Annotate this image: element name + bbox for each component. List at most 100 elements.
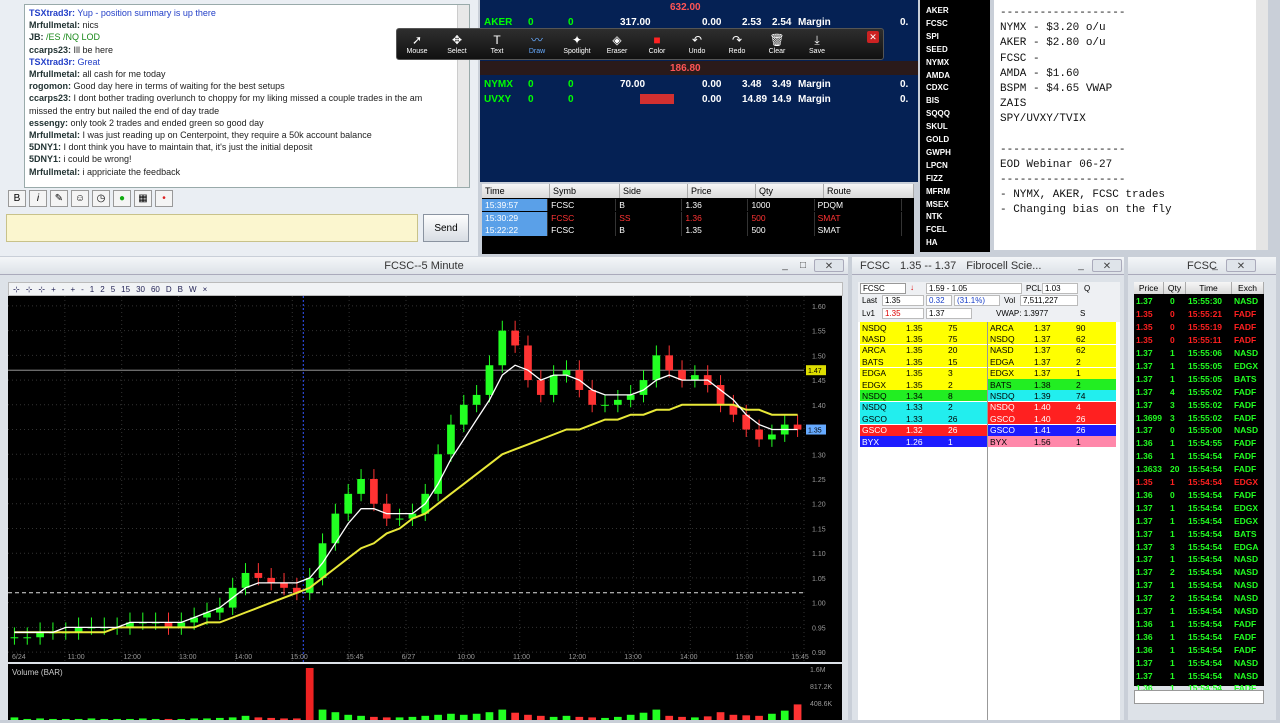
draw-tool-redo[interactable]: ↷ Redo — [717, 33, 757, 56]
position-row[interactable]: UVXY 0 0 0.00 14.89 14.9 Margin 0. — [480, 92, 918, 106]
clock-icon[interactable]: ◷ — [92, 190, 110, 207]
position-row[interactable]: 632.00 — [480, 0, 918, 14]
orders-column-header[interactable]: Qty — [756, 184, 824, 198]
chat-username[interactable]: JB: — [29, 32, 44, 42]
line-icon[interactable]: ⊹ — [38, 285, 45, 294]
bid-row[interactable]: NSDQ 1.33 2 — [860, 401, 988, 413]
watchlist-item[interactable]: SEED — [926, 45, 948, 54]
watchlist-item[interactable]: GOLD — [926, 135, 949, 144]
watchlist-item[interactable]: AKER — [926, 6, 949, 15]
watchlist-item[interactable]: FCEL — [926, 225, 947, 234]
bid-row[interactable]: EDGA 1.35 3 — [860, 367, 988, 379]
pin-icon[interactable]: • — [155, 190, 173, 207]
ask-row[interactable]: NSDQ 1.39 74 — [988, 390, 1116, 402]
chart-toolbar-button[interactable]: - — [81, 285, 84, 294]
minimize-icon[interactable]: _ — [778, 259, 792, 272]
ts-column-header[interactable]: Time — [1186, 282, 1232, 294]
draw-tool-select[interactable]: ✥ Select — [437, 33, 477, 56]
watchlist-item[interactable]: MSEX — [926, 200, 949, 209]
draw-tool-draw[interactable]: 〰 Draw — [517, 33, 557, 56]
chart-toolbar-button[interactable]: B — [178, 285, 183, 294]
chart-toolbar-button[interactable]: 60 — [151, 285, 160, 294]
ask-row[interactable]: EDGX 1.37 1 — [988, 367, 1116, 379]
chat-input[interactable] — [6, 214, 418, 242]
chart-toolbar-button[interactable]: W — [189, 285, 197, 294]
watchlist-item[interactable]: SPI — [926, 32, 939, 41]
crosshair-icon[interactable]: ⊹ — [13, 285, 20, 294]
maximize-icon[interactable]: □ — [796, 259, 810, 272]
minimize-icon[interactable]: _ — [1208, 259, 1222, 272]
ask-row[interactable]: BATS 1.38 2 — [988, 379, 1116, 390]
position-row[interactable]: NYMX 0 0 70.00 0.00 3.48 3.49 Margin 0. — [480, 77, 918, 91]
watchlist-item[interactable]: LPCN — [926, 161, 948, 170]
send-button[interactable]: Send — [423, 214, 469, 242]
chat-username[interactable]: 5DNY1: — [29, 154, 61, 164]
watchlist-item[interactable]: FIZZ — [926, 174, 943, 183]
chart-toolbar-button[interactable]: + — [70, 285, 75, 294]
watchlist-item[interactable]: NYMX — [926, 58, 949, 67]
italic-icon[interactable]: i — [29, 190, 47, 207]
orders-column-header[interactable]: Time — [482, 184, 550, 198]
pencil-icon[interactable]: ⊹ — [26, 285, 33, 294]
draw-tool-eraser[interactable]: ◈ Eraser — [597, 33, 637, 56]
chart-toolbar-button[interactable]: + — [51, 285, 56, 294]
watchlist-item[interactable]: MFRM — [926, 187, 950, 196]
orders-column-header[interactable]: Price — [688, 184, 756, 198]
ask-row[interactable]: NASD 1.37 62 — [988, 344, 1116, 356]
ask-row[interactable]: GSCO 1.40 26 — [988, 413, 1116, 425]
order-row[interactable]: 15:22:22 FCSC B 1.35 500 SMAT — [482, 224, 903, 236]
position-row[interactable]: 186.80 — [480, 61, 918, 75]
status-green-icon[interactable]: ● — [113, 190, 131, 207]
bid-row[interactable]: NSDQ 1.35 75 — [860, 322, 988, 333]
ts-column-header[interactable]: Price — [1134, 282, 1164, 294]
chat-username[interactable]: ccarps23: — [29, 93, 71, 103]
bid-row[interactable]: BYX 1.26 1 — [860, 436, 988, 447]
chat-username[interactable]: essengy: — [29, 118, 68, 128]
watchlist-item[interactable]: CDXC — [926, 83, 949, 92]
smiley-icon[interactable]: ☺ — [71, 190, 89, 207]
chat-username[interactable]: Mrfullmetal: — [29, 69, 80, 79]
watchlist-item[interactable]: SQQQ — [926, 109, 950, 118]
bid-row[interactable]: GSCO 1.32 26 — [860, 424, 988, 436]
position-row[interactable]: AKER 0 0 317.00 0.00 2.53 2.54 Margin 0. — [480, 15, 918, 29]
chat-username[interactable]: Mrfullmetal: — [29, 130, 80, 140]
order-row[interactable]: 15:39:57 FCSC B 1.36 1000 PDQM — [482, 199, 903, 211]
ts-column-header[interactable]: Qty — [1164, 282, 1186, 294]
ts-column-header[interactable]: Exch — [1232, 282, 1264, 294]
price-chart[interactable]: 1.60 1.55 1.50 1.45 1.40 1.35 1.30 1.25 1.20 1.15… — [8, 296, 842, 662]
chart-toolbar-button[interactable]: 15 — [121, 285, 130, 294]
watchlist-item[interactable]: BIS — [926, 96, 939, 105]
close-icon[interactable]: ✕ — [1226, 259, 1256, 272]
ask-row[interactable]: ARCA 1.37 90 — [988, 322, 1116, 333]
watchlist-item[interactable]: FCSC — [926, 19, 948, 28]
draw-tool-spotlight[interactable]: ✦ Spotlight — [557, 33, 597, 56]
bid-row[interactable]: BATS 1.35 15 — [860, 356, 988, 368]
chart-toolbar-button[interactable]: - — [62, 285, 65, 294]
draw-tool-color[interactable]: ■ Color — [637, 33, 677, 56]
chat-username[interactable]: Mrfullmetal: — [29, 20, 80, 30]
bid-row[interactable]: GSCO 1.33 26 — [860, 413, 988, 425]
notes-panel[interactable]: ------------------- NYMX - $3.20 o/u AKER … — [994, 0, 1264, 250]
chat-username[interactable]: TSXtrad3r: — [29, 57, 75, 67]
draw-tool-undo[interactable]: ↶ Undo — [677, 33, 717, 56]
bid-row[interactable]: NASD 1.35 75 — [860, 333, 988, 345]
ask-row[interactable]: NSDQ 1.40 4 — [988, 401, 1116, 413]
close-icon[interactable]: ✕ — [867, 31, 879, 43]
minimize-icon[interactable]: _ — [1074, 259, 1088, 272]
draw-tool-text[interactable]: T Text — [477, 33, 517, 56]
chat-username[interactable]: Mrfullmetal: — [29, 167, 80, 177]
ask-row[interactable]: BYX 1.56 1 — [988, 436, 1116, 447]
bold-icon[interactable]: B — [8, 190, 26, 207]
chart-toolbar-button[interactable]: 1 — [90, 285, 94, 294]
chart-toolbar-button[interactable]: 2 — [100, 285, 104, 294]
chart-toolbar-button[interactable]: 5 — [111, 285, 115, 294]
chart-toolbar-button[interactable]: 30 — [136, 285, 145, 294]
paint-icon[interactable]: ✎ — [50, 190, 68, 207]
ask-row[interactable]: EDGA 1.37 2 — [988, 356, 1116, 368]
chat-username[interactable]: 5DNY1: — [29, 142, 61, 152]
notes-scrollbar[interactable] — [1256, 0, 1268, 250]
watchlist-item[interactable]: SKUL — [926, 122, 948, 131]
bid-row[interactable]: EDGX 1.35 2 — [860, 379, 988, 390]
volume-chart[interactable]: Volume (BAR) 1.6M 817.2K 408.6K — [8, 664, 842, 720]
bid-row[interactable]: ARCA 1.35 20 — [860, 344, 988, 356]
